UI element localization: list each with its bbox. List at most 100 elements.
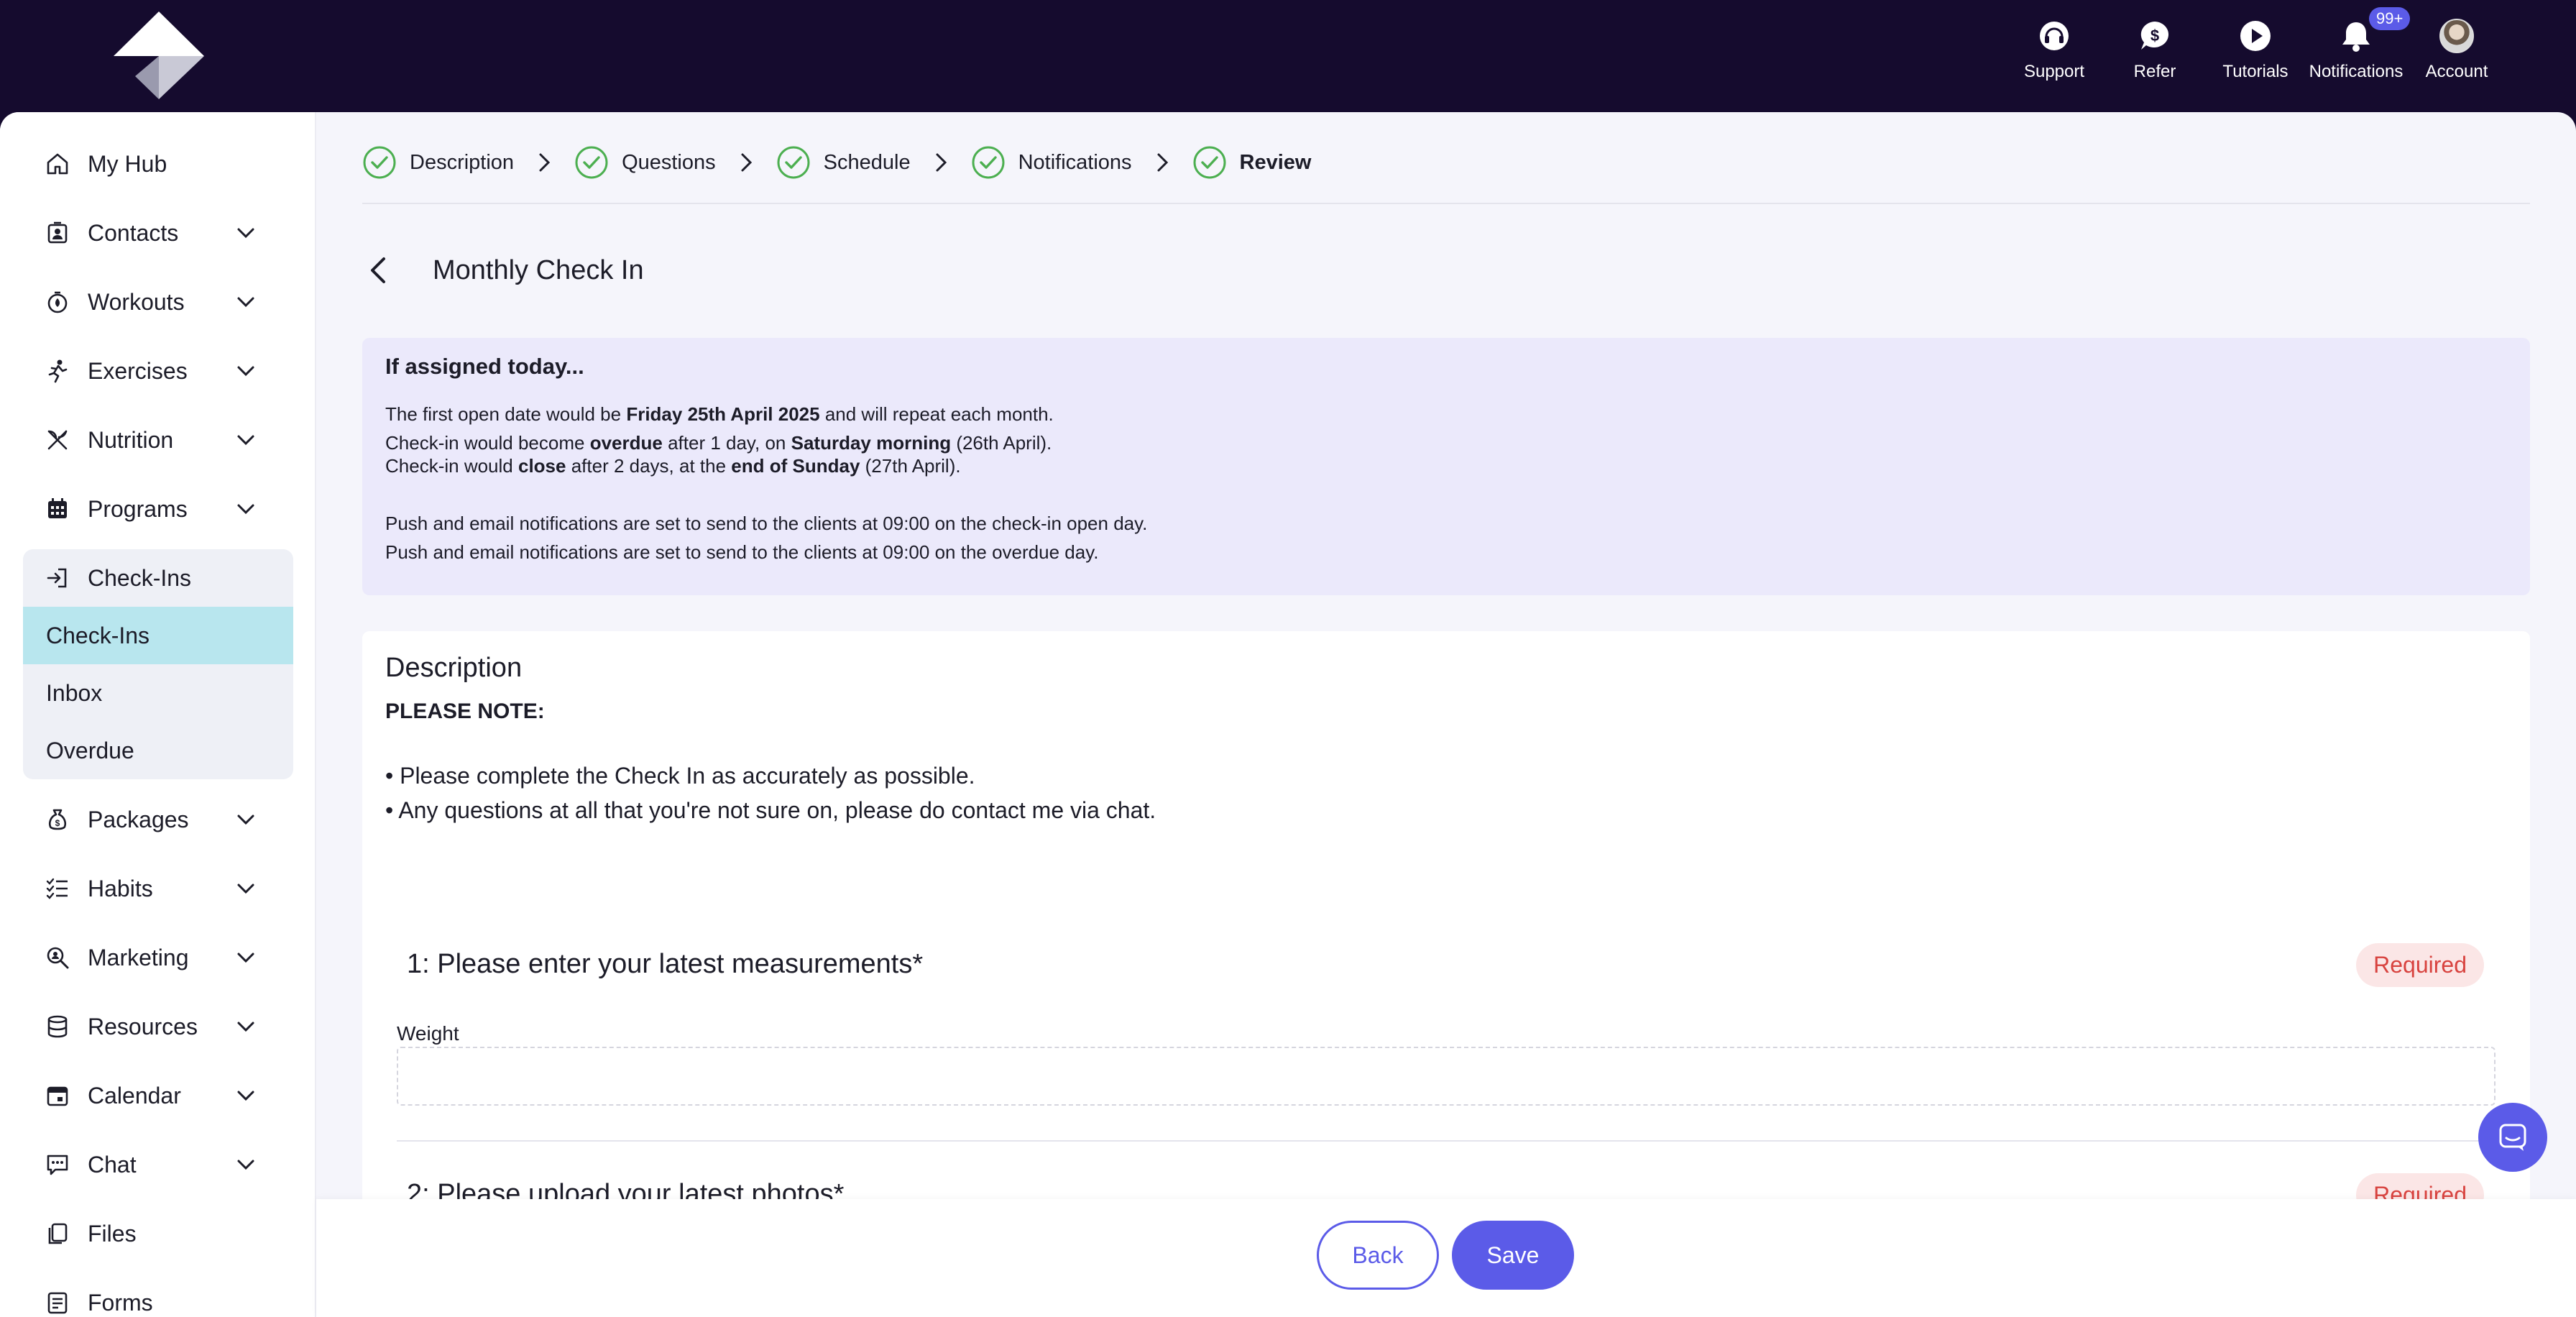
play-icon: [2237, 17, 2274, 55]
check-circle-icon: [972, 146, 1005, 179]
step-questions[interactable]: Questions: [574, 145, 716, 180]
info-push-overdue: Push and email notifications are set to …: [385, 541, 1099, 563]
sidebar-item-calendar[interactable]: Calendar: [23, 1067, 293, 1124]
step-review[interactable]: Review: [1192, 145, 1312, 180]
main-panel: My Hub Contacts Workouts Exercises Nutri…: [0, 112, 2576, 1317]
sidebar-subitem-inbox[interactable]: Inbox: [23, 664, 293, 722]
step-schedule[interactable]: Schedule: [776, 145, 911, 180]
description-heading: Description: [385, 653, 523, 683]
refer-button[interactable]: $ Refer: [2104, 17, 2205, 82]
question-1-title: 1: Please enter your latest measurements…: [407, 949, 924, 979]
checklist-icon: [43, 874, 72, 903]
sidebar-item-habits[interactable]: Habits: [23, 860, 293, 917]
calendar-grid-icon: [43, 495, 72, 523]
chevron-down-icon[interactable]: [234, 877, 257, 900]
logo[interactable]: [114, 12, 204, 99]
sidebar-subitem-overdue[interactable]: Overdue: [23, 722, 293, 779]
files-icon: [43, 1219, 72, 1248]
info-heading: If assigned today...: [385, 354, 584, 379]
sidebar-item-nutrition[interactable]: Nutrition: [23, 411, 293, 469]
chevron-down-icon[interactable]: [234, 428, 257, 451]
sidebar: My Hub Contacts Workouts Exercises Nutri…: [0, 112, 316, 1317]
sidebar-item-resources[interactable]: Resources: [23, 998, 293, 1055]
chevron-right-icon: [1157, 153, 1168, 172]
chevron-right-icon: [539, 153, 551, 172]
check-circle-icon: [575, 146, 608, 179]
database-icon: [43, 1012, 72, 1041]
chevron-down-icon[interactable]: [234, 808, 257, 831]
svg-text:$: $: [55, 818, 60, 828]
sidebar-item-files[interactable]: Files: [23, 1205, 293, 1262]
workouts-icon: [43, 288, 72, 316]
notifications-button[interactable]: 99+ Notifications: [2306, 7, 2411, 82]
chevron-down-icon[interactable]: [234, 1153, 257, 1176]
check-circle-icon: [363, 146, 396, 179]
page-title: Monthly Check In: [433, 254, 644, 285]
search-user-icon: [43, 943, 72, 972]
checkin-icon: [43, 564, 72, 592]
forms-icon: [43, 1288, 72, 1317]
chevron-down-icon[interactable]: [234, 946, 257, 969]
sidebar-item-chat[interactable]: Chat: [23, 1136, 293, 1193]
support-button[interactable]: Support: [2004, 17, 2104, 82]
list-item: Any questions at all that you're not sur…: [385, 793, 2507, 827]
sidebar-item-forms[interactable]: Forms: [23, 1274, 293, 1317]
support-chat-button[interactable]: [2478, 1103, 2547, 1172]
list-item: Please complete the Check In as accurate…: [385, 758, 2507, 793]
sidebar-item-contacts[interactable]: Contacts: [23, 204, 293, 262]
stepper: Description Questions Schedule Notificat…: [362, 144, 1312, 181]
chevron-down-icon[interactable]: [234, 221, 257, 244]
question-divider: [397, 1140, 2496, 1142]
contacts-icon: [43, 219, 72, 247]
sidebar-item-programs[interactable]: Programs: [23, 480, 293, 538]
main-content: Description Questions Schedule Notificat…: [362, 112, 2530, 1317]
info-line-close: Check-in would close after 2 days, at th…: [385, 455, 961, 477]
chevron-down-icon[interactable]: [234, 359, 257, 382]
back-button[interactable]: Back: [1317, 1221, 1439, 1290]
headset-icon: [2036, 17, 2073, 55]
step-notifications[interactable]: Notifications: [971, 145, 1132, 180]
weight-label: Weight: [397, 1022, 459, 1045]
calendar-icon: [43, 1081, 72, 1110]
chevron-down-icon[interactable]: [234, 497, 257, 520]
step-description[interactable]: Description: [362, 145, 514, 180]
info-line-open-date: The first open date would be Friday 25th…: [385, 403, 1054, 425]
stepper-divider: [362, 203, 2530, 204]
sidebar-item-workouts[interactable]: Workouts: [23, 273, 293, 331]
weight-field[interactable]: [397, 1047, 2496, 1106]
sidebar-item-exercises[interactable]: Exercises: [23, 342, 293, 400]
sidebar-item-check-ins[interactable]: Check-Ins: [23, 549, 293, 607]
home-icon: [43, 150, 72, 178]
chevron-down-icon[interactable]: [234, 1015, 257, 1038]
moneybag-icon: $: [43, 805, 72, 834]
running-icon: [43, 357, 72, 385]
chevron-right-icon: [936, 153, 947, 172]
sidebar-subitem-check-ins[interactable]: Check-Ins: [23, 607, 293, 664]
header-actions: Support $ Refer Tutorials 99+ Notificati…: [2004, 7, 2507, 82]
check-circle-icon: [777, 146, 810, 179]
chevron-down-icon[interactable]: [234, 290, 257, 313]
avatar: [2439, 19, 2474, 53]
notification-badge: 99+: [2369, 7, 2411, 30]
footer-bar: Back Save: [316, 1199, 2576, 1317]
title-row: Monthly Check In: [362, 242, 644, 299]
chevron-right-icon: [741, 153, 752, 172]
utensils-icon: [43, 426, 72, 454]
schedule-info-box: If assigned today... The first open date…: [362, 338, 2530, 595]
sidebar-item-packages[interactable]: $ Packages: [23, 791, 293, 848]
chevron-down-icon[interactable]: [234, 1084, 257, 1107]
info-push-open: Push and email notifications are set to …: [385, 513, 1148, 534]
account-button[interactable]: Account: [2406, 17, 2507, 82]
required-badge: Required: [2356, 943, 2484, 987]
tutorials-button[interactable]: Tutorials: [2205, 17, 2306, 82]
save-button[interactable]: Save: [1452, 1221, 1574, 1290]
top-bar: Support $ Refer Tutorials 99+ Notificati…: [0, 0, 2576, 112]
check-circle-icon: [1193, 146, 1226, 179]
back-arrow-icon[interactable]: [362, 253, 397, 288]
svg-text:$: $: [2150, 27, 2159, 45]
chat-bubble-icon: [2499, 1124, 2526, 1151]
sidebar-item-my-hub[interactable]: My Hub: [23, 135, 293, 193]
chat-icon: [43, 1150, 72, 1179]
dollar-chat-icon: $: [2136, 17, 2174, 55]
sidebar-item-marketing[interactable]: Marketing: [23, 929, 293, 986]
